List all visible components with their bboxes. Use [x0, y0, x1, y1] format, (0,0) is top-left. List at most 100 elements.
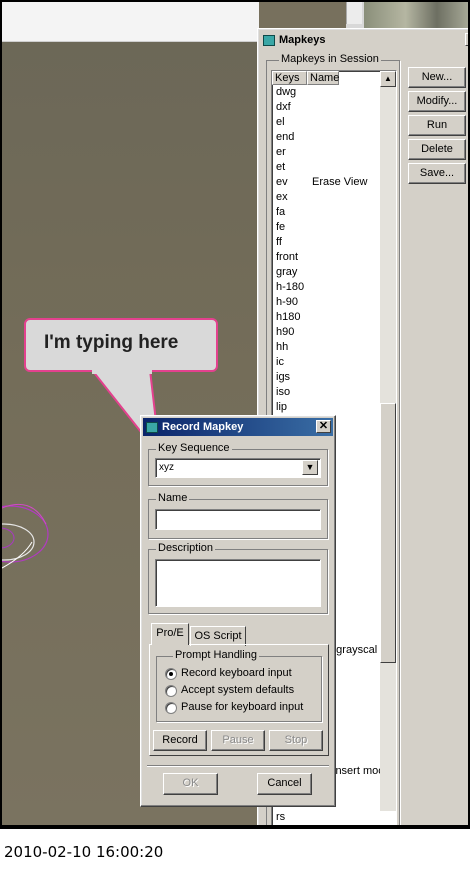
partial-key-rs: rs [276, 811, 286, 823]
mapkey-key: h90 [276, 326, 295, 338]
new-button[interactable]: New... [408, 67, 466, 88]
list-item[interactable]: ff [276, 235, 380, 250]
radio-pause-for-keyboard-input[interactable] [165, 702, 177, 714]
callout-bubble: I'm typing here [24, 318, 218, 372]
mapkey-key: fe [276, 221, 286, 233]
prompt-handling-label: Prompt Handling [173, 649, 259, 661]
tab-proe[interactable]: Pro/E [151, 623, 189, 645]
close-icon[interactable]: ✕ [316, 420, 331, 433]
list-scrollbar[interactable]: ▲ [380, 71, 396, 811]
mapkey-key: gray [276, 266, 298, 278]
mapkey-key: ff [276, 236, 282, 248]
record-mapkey-title: Record Mapkey [162, 421, 244, 433]
save-button[interactable]: Save... [408, 163, 466, 184]
mapkeys-title: Mapkeys [279, 34, 326, 46]
background-scrollbar [346, 2, 362, 24]
name-label: Name [156, 492, 190, 504]
list-item[interactable]: fe [276, 220, 380, 235]
radio-label-pause-for-keyboard-input: Pause for keyboard input [181, 701, 304, 713]
stop-button: Stop [269, 730, 323, 751]
radio-record-keyboard-input[interactable] [165, 668, 177, 680]
model-geometry [2, 504, 49, 569]
timestamp-bar: 2010-02-10 16:00:20 [0, 827, 470, 873]
mapkey-key: lip [276, 401, 288, 413]
callout-pointer-fill [92, 368, 152, 374]
list-item[interactable]: front [276, 250, 380, 265]
record-button[interactable]: Record [153, 730, 207, 751]
mapkey-key: hh [276, 341, 289, 353]
list-item[interactable]: h-90 [276, 295, 380, 310]
name-group: Name [148, 492, 328, 539]
list-item[interactable]: gray [276, 265, 380, 280]
tab-panel: Prompt Handling Record keyboard input Ac… [149, 644, 329, 756]
name-input[interactable] [155, 509, 321, 530]
pause-button: Pause [211, 730, 265, 751]
mapkey-key: ev [276, 176, 288, 188]
mapkey-key: igs [276, 371, 291, 383]
list-item[interactable]: hh [276, 340, 380, 355]
list-item[interactable]: ev Erase View [276, 175, 380, 190]
list-item[interactable]: dxf [276, 100, 380, 115]
list-item[interactable]: igs [276, 370, 380, 385]
ok-button: OK [163, 773, 218, 795]
close-icon[interactable]: ✕ [465, 33, 468, 46]
window-icon [263, 34, 275, 46]
list-item[interactable]: h90 [276, 325, 380, 340]
list-item[interactable]: ic [276, 355, 380, 370]
mapkeys-titlebar[interactable]: Mapkeys ✕ [260, 31, 468, 49]
tab-os-script[interactable]: OS Script [190, 626, 246, 646]
mapkey-key: ic [276, 356, 284, 368]
chevron-down-icon[interactable]: ▼ [302, 460, 318, 475]
key-sequence-group: Key Sequence xyz ▼ [148, 442, 328, 486]
radio-accept-system-defaults[interactable] [165, 685, 177, 697]
prompt-handling-group: Prompt Handling Record keyboard input Ac… [156, 649, 322, 722]
list-item[interactable]: fa [276, 205, 380, 220]
list-item[interactable]: h-180 [276, 280, 380, 295]
background-image-strip [364, 2, 468, 28]
key-sequence-value[interactable]: xyz [159, 462, 174, 473]
run-button[interactable]: Run [408, 115, 466, 136]
mapkey-key: dwg [276, 86, 297, 98]
list-item[interactable]: er [276, 145, 380, 160]
radio-label-accept-system-defaults: Accept system defaults [181, 684, 295, 696]
description-textarea[interactable] [155, 559, 321, 607]
mapkey-key: h-90 [276, 296, 299, 308]
list-item[interactable]: et [276, 160, 380, 175]
mapkey-key: front [276, 251, 299, 263]
key-sequence-combo[interactable]: xyz ▼ [155, 458, 321, 478]
mapkey-key: el [276, 116, 285, 128]
list-item[interactable]: h180 [276, 310, 380, 325]
list-item[interactable]: lip [276, 400, 380, 415]
list-item[interactable]: iso [276, 385, 380, 400]
mapkey-key: h-180 [276, 281, 305, 293]
scroll-up-icon[interactable]: ▲ [380, 71, 396, 87]
group-label: Mapkeys in Session [279, 53, 381, 65]
radio-label-record-keyboard-input: Record keyboard input [181, 667, 292, 679]
list-item[interactable]: el [276, 115, 380, 130]
modify-button[interactable]: Modify... [408, 91, 466, 112]
mapkey-key: fa [276, 206, 286, 218]
partial-name-insert: insert moc [333, 765, 384, 777]
delete-button[interactable]: Delete [408, 139, 466, 160]
mapkey-key: et [276, 161, 286, 173]
cancel-button[interactable]: Cancel [257, 773, 312, 795]
column-header-name[interactable]: Name [307, 71, 339, 85]
list-item[interactable]: end [276, 130, 380, 145]
mapkey-key: ex [276, 191, 288, 203]
description-label: Description [156, 542, 216, 554]
mapkey-key: end [276, 131, 295, 143]
list-item[interactable]: dwg [276, 85, 380, 100]
column-header-keys[interactable]: Keys [272, 71, 307, 85]
description-group: Description [148, 542, 328, 614]
dialog-separator [147, 765, 329, 767]
record-mapkey-titlebar[interactable]: Record Mapkey ✕ [143, 418, 333, 436]
list-item[interactable]: ex [276, 190, 380, 205]
scroll-thumb[interactable] [380, 403, 396, 663]
mapkey-key: iso [276, 386, 291, 398]
mapkey-name: Erase View [312, 176, 368, 188]
callout-text: I'm typing here [44, 332, 179, 353]
key-sequence-label: Key Sequence [156, 442, 232, 454]
timestamp-text: 2010-02-10 16:00:20 [4, 843, 164, 861]
mapkey-key: h180 [276, 311, 301, 323]
screen-frame: Mapkeys ✕ Mapkeys in Session Keys Name l… [2, 2, 468, 825]
